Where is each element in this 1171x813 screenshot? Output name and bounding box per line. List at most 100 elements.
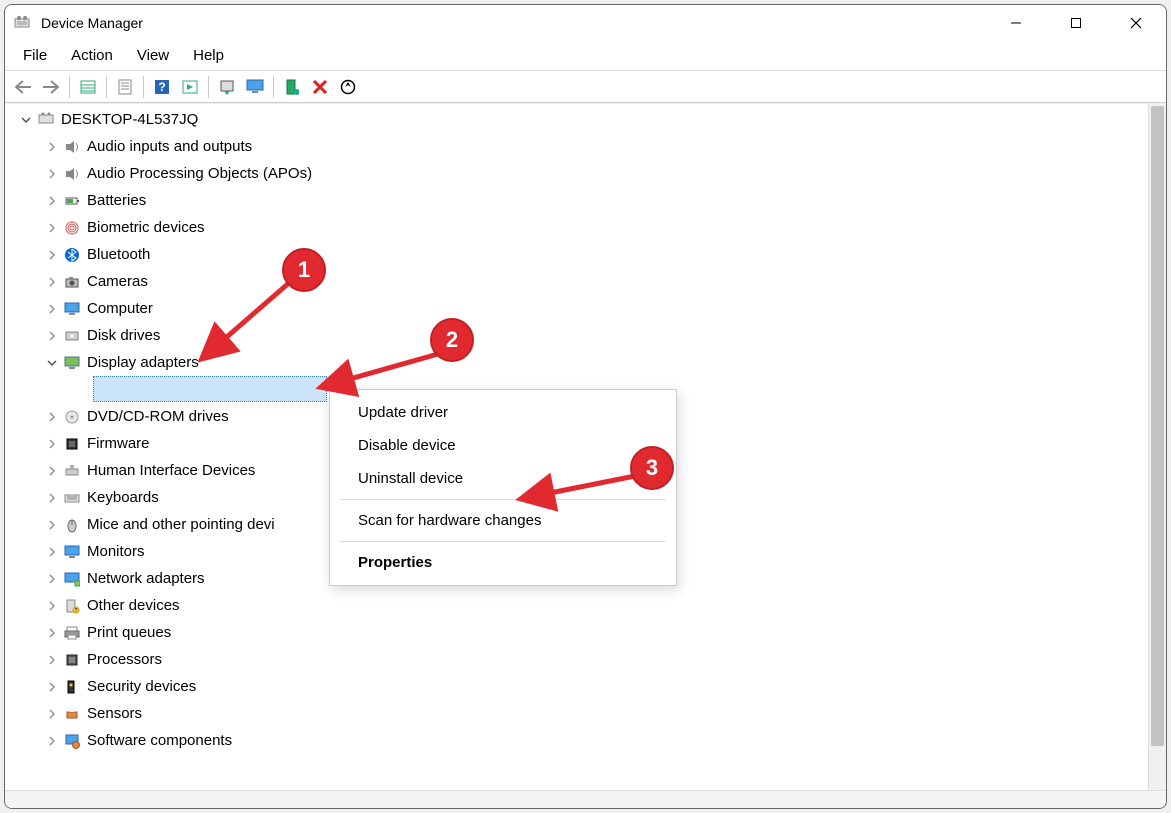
tree-item-label: Sensors (87, 705, 142, 722)
tree-item-label: Security devices (87, 678, 196, 695)
chevron-right-icon[interactable] (45, 599, 59, 613)
chevron-right-icon[interactable] (45, 437, 59, 451)
tree-item[interactable]: Bluetooth (11, 241, 1148, 268)
annotation-badge-1: 1 (282, 248, 326, 292)
tree-item-label: Keyboards (87, 489, 159, 506)
tree-item-label: Processors (87, 651, 162, 668)
maximize-button[interactable] (1046, 5, 1106, 41)
menubar: File Action View Help (5, 41, 1166, 71)
tree-item-label: Biometric devices (87, 219, 205, 236)
chevron-right-icon[interactable] (45, 167, 59, 181)
keyboard-icon (63, 489, 81, 507)
tree-item[interactable]: ?Other devices (11, 592, 1148, 619)
tree-item[interactable]: Display adapters (11, 349, 1148, 376)
tree-item[interactable]: Batteries (11, 187, 1148, 214)
content-area: DESKTOP-4L537JQ Audio inputs and outputs… (5, 103, 1166, 808)
tree-item[interactable]: Security devices (11, 673, 1148, 700)
menu-view[interactable]: View (125, 43, 181, 68)
titlebar: Device Manager (5, 5, 1166, 41)
chevron-right-icon[interactable] (45, 572, 59, 586)
tree-item[interactable]: Disk drives (11, 322, 1148, 349)
tree-root-label: DESKTOP-4L537JQ (61, 111, 198, 128)
toolbar-separator (69, 76, 70, 98)
monitor-button[interactable] (242, 74, 268, 100)
chevron-right-icon[interactable] (45, 680, 59, 694)
toolbar: ? (5, 71, 1166, 103)
vertical-scrollbar[interactable] (1148, 104, 1166, 790)
tree-item[interactable]: Biometric devices (11, 214, 1148, 241)
update-driver-button[interactable] (214, 74, 240, 100)
tree-item-label: Network adapters (87, 570, 205, 587)
camera-icon (63, 273, 81, 291)
tree-item-label: Display adapters (87, 354, 199, 371)
chevron-right-icon[interactable] (45, 545, 59, 559)
tree-item[interactable]: Computer (11, 295, 1148, 322)
network-icon (63, 570, 81, 588)
tree-item-label: DVD/CD-ROM drives (87, 408, 229, 425)
scan-button[interactable] (335, 74, 361, 100)
tree-item-label: Mice and other pointing devi (87, 516, 275, 533)
chevron-right-icon[interactable] (45, 707, 59, 721)
uninstall-button[interactable] (307, 74, 333, 100)
properties-button[interactable] (112, 74, 138, 100)
minimize-button[interactable] (986, 5, 1046, 41)
ctx-update-driver[interactable]: Update driver (330, 396, 676, 429)
ctx-disable-device[interactable]: Disable device (330, 429, 676, 462)
chevron-right-icon[interactable] (45, 518, 59, 532)
toolbar-separator (208, 76, 209, 98)
ctx-properties[interactable]: Properties (330, 546, 676, 579)
enable-button[interactable] (279, 74, 305, 100)
toolbar-separator (143, 76, 144, 98)
menu-help[interactable]: Help (181, 43, 236, 68)
tree-item[interactable]: Cameras (11, 268, 1148, 295)
chevron-right-icon[interactable] (45, 626, 59, 640)
action-button[interactable] (177, 74, 203, 100)
chevron-right-icon[interactable] (45, 275, 59, 289)
chevron-right-icon[interactable] (45, 194, 59, 208)
tree-item-label: Firmware (87, 435, 150, 452)
speaker-icon (63, 138, 81, 156)
menu-file[interactable]: File (11, 43, 59, 68)
tree-item-label: Audio Processing Objects (APOs) (87, 165, 312, 182)
chevron-down-icon[interactable] (45, 356, 59, 370)
svg-text:?: ? (158, 80, 165, 94)
show-hidden-button[interactable] (75, 74, 101, 100)
window-title: Device Manager (41, 15, 143, 31)
chevron-right-icon[interactable] (45, 329, 59, 343)
chevron-right-icon[interactable] (45, 491, 59, 505)
annotation-arrow-3 (510, 470, 650, 510)
tree-item[interactable]: Sensors (11, 700, 1148, 727)
window-controls (986, 5, 1166, 41)
chevron-down-icon[interactable] (19, 113, 33, 127)
chevron-right-icon[interactable] (45, 464, 59, 478)
tree-item-label: Batteries (87, 192, 146, 209)
scroll-thumb[interactable] (1151, 106, 1164, 746)
forward-button[interactable] (38, 74, 64, 100)
chevron-right-icon[interactable] (45, 734, 59, 748)
status-bar (5, 790, 1166, 808)
chevron-right-icon[interactable] (45, 248, 59, 262)
chevron-right-icon[interactable] (45, 410, 59, 424)
chevron-right-icon[interactable] (45, 221, 59, 235)
tree-item[interactable]: Print queues (11, 619, 1148, 646)
chevron-right-icon[interactable] (45, 302, 59, 316)
speaker-icon (63, 165, 81, 183)
tree-root[interactable]: DESKTOP-4L537JQ (11, 106, 1148, 133)
tree-item-label: Cameras (87, 273, 148, 290)
bluetooth-icon (63, 246, 81, 264)
tree-item[interactable]: Audio inputs and outputs (11, 133, 1148, 160)
back-button[interactable] (10, 74, 36, 100)
fingerprint-icon (63, 219, 81, 237)
tree-item[interactable]: Software components (11, 727, 1148, 754)
close-button[interactable] (1106, 5, 1166, 41)
tree-item[interactable]: Processors (11, 646, 1148, 673)
printer-icon (63, 624, 81, 642)
tree-item-label: Audio inputs and outputs (87, 138, 252, 155)
help-button[interactable]: ? (149, 74, 175, 100)
chevron-right-icon[interactable] (45, 140, 59, 154)
menu-action[interactable]: Action (59, 43, 125, 68)
battery-icon (63, 192, 81, 210)
tree-item[interactable]: Audio Processing Objects (APOs) (11, 160, 1148, 187)
monitor-icon (63, 300, 81, 318)
chevron-right-icon[interactable] (45, 653, 59, 667)
